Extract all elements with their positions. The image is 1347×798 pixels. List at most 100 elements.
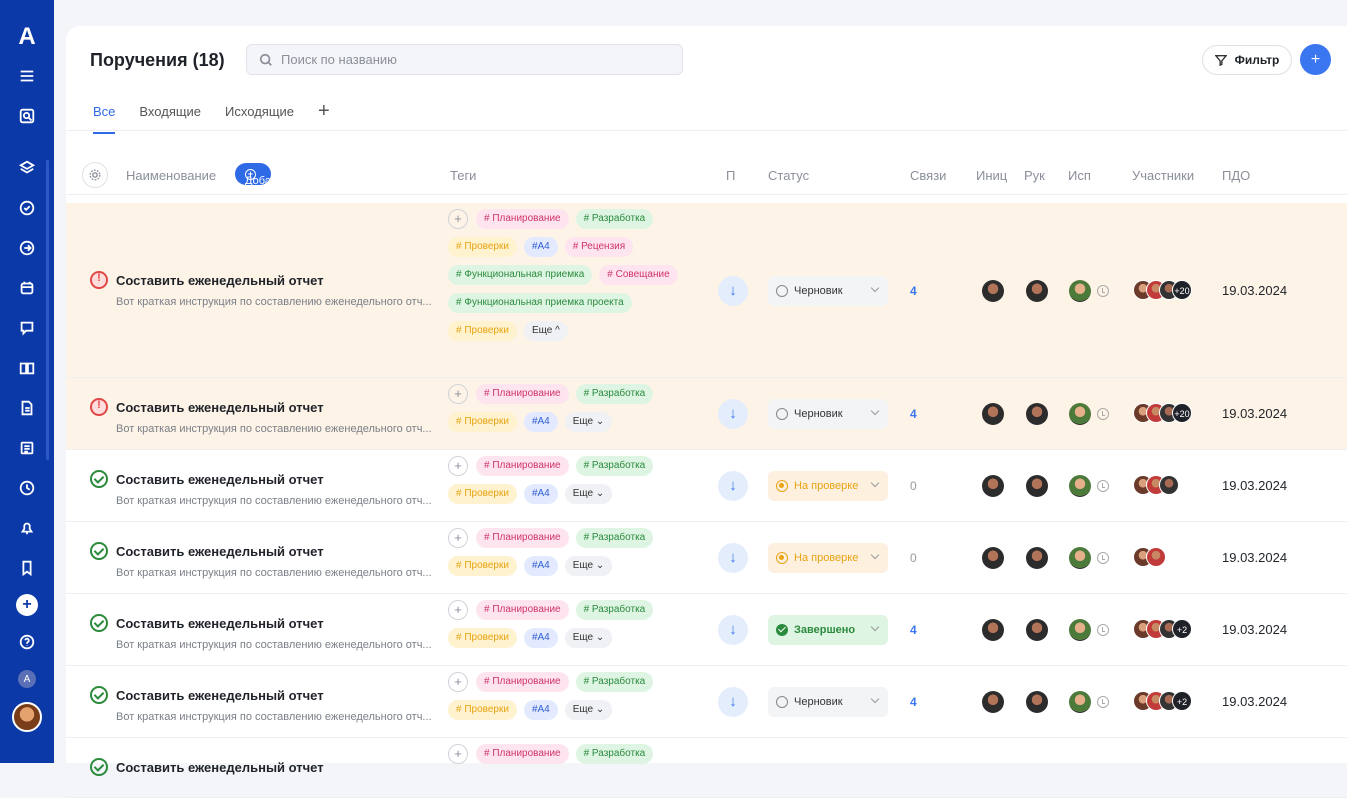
tag[interactable]: Еще ⌄ — [564, 628, 613, 648]
bookmark-icon[interactable] — [0, 548, 54, 588]
status-dropdown[interactable]: Завершено — [768, 615, 888, 645]
add-tab-icon[interactable]: + — [318, 100, 330, 123]
task-name[interactable]: Составить еженедельный отчет — [116, 760, 324, 775]
participants-group[interactable]: +2 — [1133, 691, 1192, 711]
priority-arrow-down-icon[interactable]: ↓ — [718, 615, 748, 645]
tag[interactable]: #A4 — [523, 237, 558, 257]
col-pdo[interactable]: ПДО — [1222, 168, 1250, 183]
col-participants[interactable]: Участники — [1132, 168, 1194, 183]
task-name[interactable]: Составить еженедельный отчет — [116, 616, 324, 631]
tag[interactable]: # Разработка — [575, 384, 654, 404]
add-tag-icon[interactable]: + — [448, 528, 468, 548]
tag[interactable]: #A4 — [523, 628, 558, 648]
tag[interactable]: Еще ^ — [523, 321, 568, 341]
bell-icon[interactable] — [0, 508, 54, 548]
head-avatar[interactable] — [1026, 475, 1048, 497]
tag[interactable]: # Разработка — [575, 528, 654, 548]
task-name[interactable]: Составить еженедельный отчет — [116, 472, 324, 487]
org-avatar[interactable]: A — [18, 670, 36, 688]
tag[interactable]: # Планирование — [476, 209, 569, 229]
head-avatar[interactable] — [1026, 619, 1048, 641]
col-status[interactable]: Статус — [768, 168, 809, 183]
add-tag-icon[interactable]: + — [448, 600, 468, 620]
col-tags[interactable]: Теги — [450, 168, 476, 183]
tag[interactable]: # Проверки — [448, 700, 517, 720]
task-name[interactable]: Составить еженедельный отчет — [116, 400, 324, 415]
status-dropdown[interactable]: На проверке — [768, 543, 888, 573]
priority-arrow-down-icon[interactable]: ↓ — [718, 687, 748, 717]
task-name[interactable]: Составить еженедельный отчет — [116, 273, 324, 288]
user-avatar[interactable] — [12, 702, 42, 732]
filter-button[interactable]: Фильтр — [1202, 45, 1292, 75]
tag[interactable]: # Проверки — [448, 628, 517, 648]
table-row[interactable]: Составить еженедельный отчет Вот краткая … — [66, 378, 1347, 450]
links-count[interactable]: 4 — [910, 623, 917, 637]
task-name[interactable]: Составить еженедельный отчет — [116, 544, 324, 559]
table-row[interactable]: Составить еженедельный отчет Вот краткая … — [66, 450, 1347, 522]
status-dropdown[interactable]: Черновик — [768, 276, 888, 306]
priority-arrow-down-icon[interactable]: ↓ — [718, 471, 748, 501]
tag[interactable]: # Проверки — [448, 412, 517, 432]
initiator-avatar[interactable] — [982, 547, 1004, 569]
participants-group[interactable] — [1133, 475, 1179, 495]
head-avatar[interactable] — [1026, 280, 1048, 302]
priority-arrow-down-icon[interactable]: ↓ — [718, 399, 748, 429]
col-name[interactable]: Наименование — [126, 168, 216, 183]
priority-arrow-down-icon[interactable]: ↓ — [718, 543, 748, 573]
add-tag-icon[interactable]: + — [448, 384, 468, 404]
tab-outgoing[interactable]: Исходящие — [225, 104, 294, 119]
tag[interactable]: # Функциональная приемка проекта — [448, 293, 632, 313]
col-executor[interactable]: Исп — [1068, 168, 1091, 183]
tag[interactable]: # Планирование — [476, 528, 569, 548]
create-plus-icon[interactable]: + — [16, 594, 38, 616]
tag[interactable]: # Проверки — [448, 237, 517, 257]
tag[interactable]: # Разработка — [575, 600, 654, 620]
clock-icon[interactable] — [0, 468, 54, 508]
tag[interactable]: # Разработка — [575, 209, 654, 229]
links-count[interactable]: 0 — [910, 479, 917, 493]
table-row[interactable]: Составить еженедельный отчет Вот краткая … — [66, 203, 1347, 378]
tag[interactable]: Еще ⌄ — [564, 700, 613, 720]
search-doc-icon[interactable] — [0, 96, 54, 136]
tag[interactable]: # Планирование — [476, 600, 569, 620]
tag[interactable]: # Разработка — [575, 672, 654, 692]
links-count[interactable]: 4 — [910, 284, 917, 298]
tag[interactable]: #A4 — [523, 556, 558, 576]
menu-icon[interactable] — [0, 56, 54, 96]
head-avatar[interactable] — [1026, 403, 1048, 425]
add-task-button[interactable]: + — [1300, 44, 1331, 75]
sidebar-scrollbar[interactable] — [46, 160, 49, 460]
table-row[interactable]: Составить еженедельный отчет Вот краткая … — [66, 594, 1347, 666]
help-icon[interactable] — [0, 622, 54, 662]
tag[interactable]: #A4 — [523, 484, 558, 504]
executor-avatar[interactable] — [1069, 619, 1091, 641]
tab-incoming[interactable]: Входящие — [139, 104, 201, 119]
tag[interactable]: # Разработка — [575, 744, 654, 764]
col-links[interactable]: Связи — [910, 168, 946, 183]
col-head[interactable]: Рук — [1024, 168, 1045, 183]
status-dropdown[interactable]: На проверке — [768, 471, 888, 501]
executor-avatar[interactable] — [1069, 547, 1091, 569]
participants-group[interactable]: +20 — [1133, 403, 1192, 423]
add-tag-icon[interactable]: + — [448, 456, 468, 476]
settings-gear-icon[interactable] — [82, 162, 108, 188]
task-name[interactable]: Составить еженедельный отчет — [116, 688, 324, 703]
tag[interactable]: # Проверки — [448, 556, 517, 576]
links-count[interactable]: 0 — [910, 551, 917, 565]
head-avatar[interactable] — [1026, 547, 1048, 569]
links-count[interactable]: 4 — [910, 407, 917, 421]
status-dropdown[interactable]: Черновик — [768, 399, 888, 429]
initiator-avatar[interactable] — [982, 403, 1004, 425]
initiator-avatar[interactable] — [982, 475, 1004, 497]
search-input[interactable]: Поиск по названию — [246, 44, 683, 75]
tag[interactable]: # Проверки — [448, 321, 517, 341]
executor-avatar[interactable] — [1069, 280, 1091, 302]
tag[interactable]: #A4 — [523, 412, 558, 432]
tag[interactable]: # Разработка — [575, 456, 654, 476]
tag[interactable]: Еще ⌄ — [564, 412, 613, 432]
tag[interactable]: #A4 — [523, 700, 558, 720]
executor-avatar[interactable] — [1069, 691, 1091, 713]
tag[interactable]: # Совещание — [599, 265, 678, 285]
add-tag-icon[interactable]: + — [448, 209, 468, 229]
table-row[interactable]: Составить еженедельный отчет Вот краткая … — [66, 522, 1347, 594]
